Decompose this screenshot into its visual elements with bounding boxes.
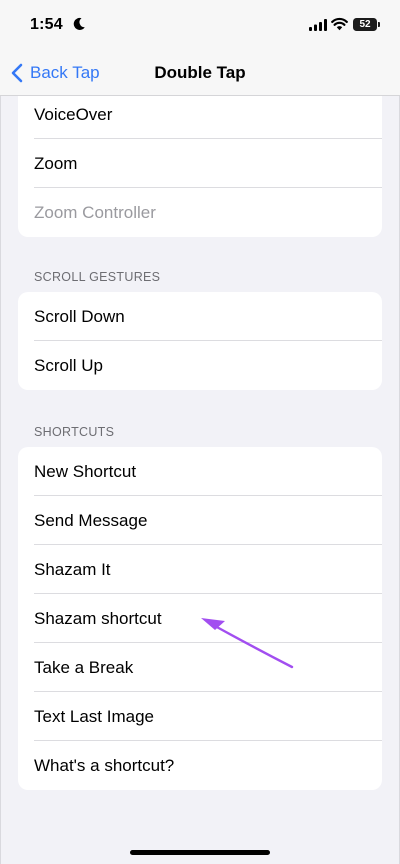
actions-list: VoiceOver Zoom Zoom Controller [18, 90, 382, 237]
list-item-label: Shazam shortcut [34, 608, 162, 628]
battery-icon: 52 [353, 18, 377, 31]
list-item-label: Shazam It [34, 559, 111, 579]
list-item[interactable]: Send Message [18, 496, 382, 545]
list-item[interactable]: Zoom [18, 139, 382, 188]
list-item-label: Zoom Controller [34, 202, 156, 222]
list-item[interactable]: VoiceOver [18, 90, 382, 139]
moon-icon [73, 17, 85, 30]
annotation-arrow-icon [201, 618, 294, 669]
list-item-label: Zoom [34, 153, 78, 173]
section-header-scroll-gestures: SCROLL GESTURES [34, 270, 161, 284]
list-item-label: VoiceOver [34, 104, 113, 124]
battery-cap [378, 22, 380, 27]
navigation-bar: Back Tap Double Tap [0, 50, 400, 96]
list-item-label: What's a shortcut? [34, 755, 175, 775]
status-time: 1:54 [30, 16, 63, 33]
list-item[interactable]: New Shortcut [18, 447, 382, 496]
list-item[interactable]: Text Last Image [18, 692, 382, 741]
section-header-shortcuts: SHORTCUTS [34, 425, 115, 439]
list-item-label: Scroll Up [34, 355, 103, 375]
signal-icon [309, 19, 327, 31]
list-item[interactable]: Scroll Up [18, 341, 382, 390]
list-item[interactable]: Shazam It [18, 545, 382, 594]
list-item[interactable]: What's a shortcut? [18, 741, 382, 790]
wifi-icon [331, 17, 348, 31]
list-item[interactable]: Scroll Down [18, 292, 382, 341]
list-item-label: Text Last Image [34, 706, 155, 726]
list-item-label: Send Message [34, 510, 148, 530]
scroll-gestures-list: Scroll Down Scroll Up [18, 292, 382, 390]
status-bar: 1:54 52 [0, 0, 400, 50]
list-item-label: New Shortcut [34, 461, 137, 481]
page-title: Double Tap [154, 63, 246, 82]
home-indicator [130, 850, 270, 855]
list-item-label: Take a Break [34, 657, 134, 677]
list-item[interactable]: Zoom Controller [18, 188, 382, 237]
list-item-label: Scroll Down [34, 306, 125, 326]
